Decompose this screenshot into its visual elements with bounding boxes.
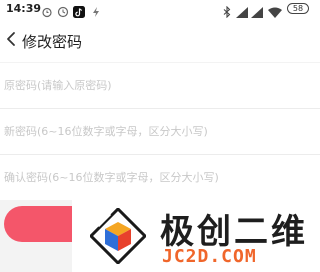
status-bar: 14:39 58 bbox=[0, 0, 320, 22]
old-password-field bbox=[0, 63, 320, 108]
battery-indicator: 58 bbox=[287, 3, 309, 14]
new-password-field bbox=[0, 109, 320, 154]
app-header: 修改密码 bbox=[0, 18, 320, 62]
status-time: 14:39 bbox=[6, 2, 42, 15]
back-arrow-icon[interactable] bbox=[4, 30, 18, 52]
new-password-input[interactable] bbox=[4, 109, 304, 154]
page-title: 修改密码 bbox=[22, 33, 83, 51]
watermark-logo-icon bbox=[88, 206, 148, 268]
watermark-url: JC2D.COM bbox=[162, 246, 257, 267]
old-password-input[interactable] bbox=[4, 63, 304, 108]
